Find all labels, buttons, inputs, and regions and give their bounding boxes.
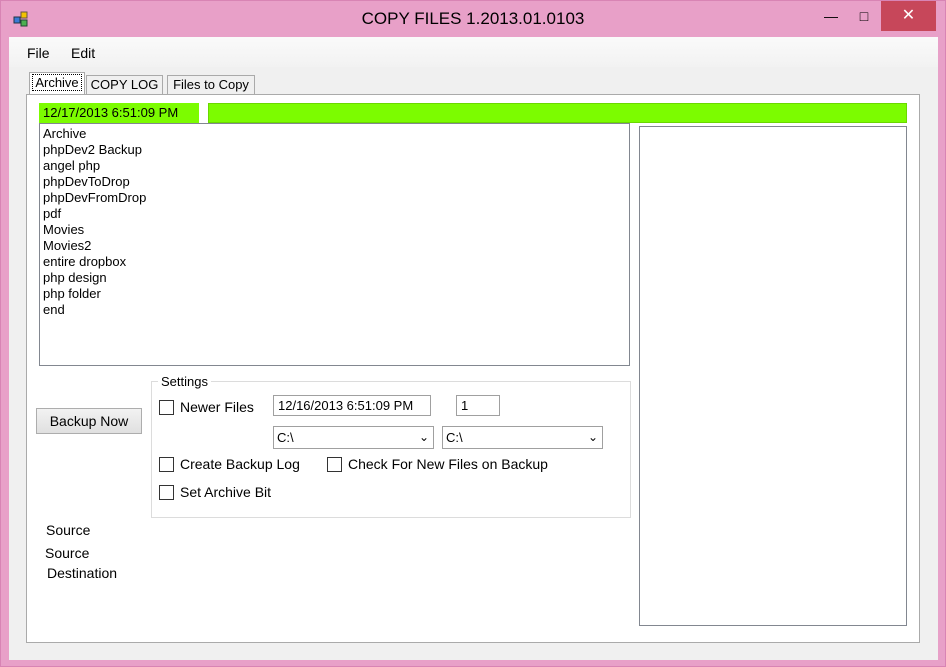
archive-listbox[interactable]: Archive phpDev2 Backup angel php phpDevToDr…: [39, 123, 630, 366]
tab-copy-log[interactable]: COPY LOG: [86, 75, 163, 95]
title-bar[interactable]: COPY FILES 1.2013.01.0103 — □ ✕: [1, 1, 945, 37]
newer-files-label: Newer Files: [180, 399, 254, 415]
list-item[interactable]: phpDevFromDrop: [43, 190, 626, 206]
archive-tab-panel: 12/17/2013 6:51:09 PM Archive phpDev2 Bac…: [26, 94, 920, 643]
source-label-2: Source: [45, 545, 90, 561]
status-datetime: 12/17/2013 6:51:09 PM: [39, 103, 199, 123]
close-button[interactable]: ✕: [881, 1, 936, 31]
maximize-button[interactable]: □: [849, 1, 879, 31]
create-log-checkbox[interactable]: [159, 456, 174, 472]
preview-listbox[interactable]: [639, 126, 907, 626]
list-item[interactable]: phpDevToDrop: [43, 174, 626, 190]
destination-drive-value: C:\: [446, 430, 463, 445]
newer-files-checkbox[interactable]: [159, 399, 174, 415]
archive-bit-label: Set Archive Bit: [180, 484, 272, 500]
list-item[interactable]: end: [43, 302, 626, 318]
archive-bit-checkbox[interactable]: [159, 484, 174, 500]
menu-edit[interactable]: Edit: [71, 45, 95, 61]
create-log-label: Create Backup Log: [180, 456, 300, 472]
source-label-1: Source: [46, 522, 91, 538]
source-drive-value: C:\: [277, 430, 294, 445]
tab-archive[interactable]: Archive: [29, 72, 85, 94]
source-drive-select[interactable]: C:\ ⌄: [273, 426, 434, 449]
backup-now-button[interactable]: Backup Now: [36, 408, 142, 434]
count-input[interactable]: 1: [456, 395, 500, 416]
window-title: COPY FILES 1.2013.01.0103: [361, 9, 585, 28]
list-item[interactable]: phpDev2 Backup: [43, 142, 626, 158]
client-area: File Edit Archive COPY LOG Files to Copy…: [9, 37, 938, 660]
chevron-down-icon: ⌄: [587, 430, 598, 444]
check-new-option[interactable]: Check For New Files on Backup: [327, 456, 548, 472]
list-item[interactable]: angel php: [43, 158, 626, 174]
tab-archive-label: Archive: [32, 74, 82, 91]
newer-date-input[interactable]: 12/16/2013 6:51:09 PM: [273, 395, 431, 416]
minimize-button[interactable]: —: [815, 1, 847, 31]
progress-bar: [208, 103, 907, 123]
check-new-checkbox[interactable]: [327, 456, 342, 472]
list-item[interactable]: entire dropbox: [43, 254, 626, 270]
tab-files-to-copy[interactable]: Files to Copy: [167, 75, 255, 95]
destination-label: Destination: [47, 565, 118, 581]
list-item[interactable]: pdf: [43, 206, 626, 222]
archive-bit-option[interactable]: Set Archive Bit: [159, 484, 271, 500]
list-item[interactable]: Movies2: [43, 238, 626, 254]
newer-files-option[interactable]: Newer Files: [159, 399, 254, 415]
list-item[interactable]: Movies: [43, 222, 626, 238]
create-log-option[interactable]: Create Backup Log: [159, 456, 300, 472]
app-window: COPY FILES 1.2013.01.0103 — □ ✕ File Edi…: [0, 0, 946, 667]
settings-legend: Settings: [158, 374, 211, 389]
check-new-label: Check For New Files on Backup: [348, 456, 548, 472]
list-item[interactable]: Archive: [43, 126, 626, 142]
menu-file[interactable]: File: [27, 45, 50, 61]
destination-drive-select[interactable]: C:\ ⌄: [442, 426, 603, 449]
list-item[interactable]: php folder: [43, 286, 626, 302]
list-item[interactable]: php design: [43, 270, 626, 286]
menu-bar: File Edit: [9, 37, 938, 67]
chevron-down-icon: ⌄: [418, 430, 429, 444]
